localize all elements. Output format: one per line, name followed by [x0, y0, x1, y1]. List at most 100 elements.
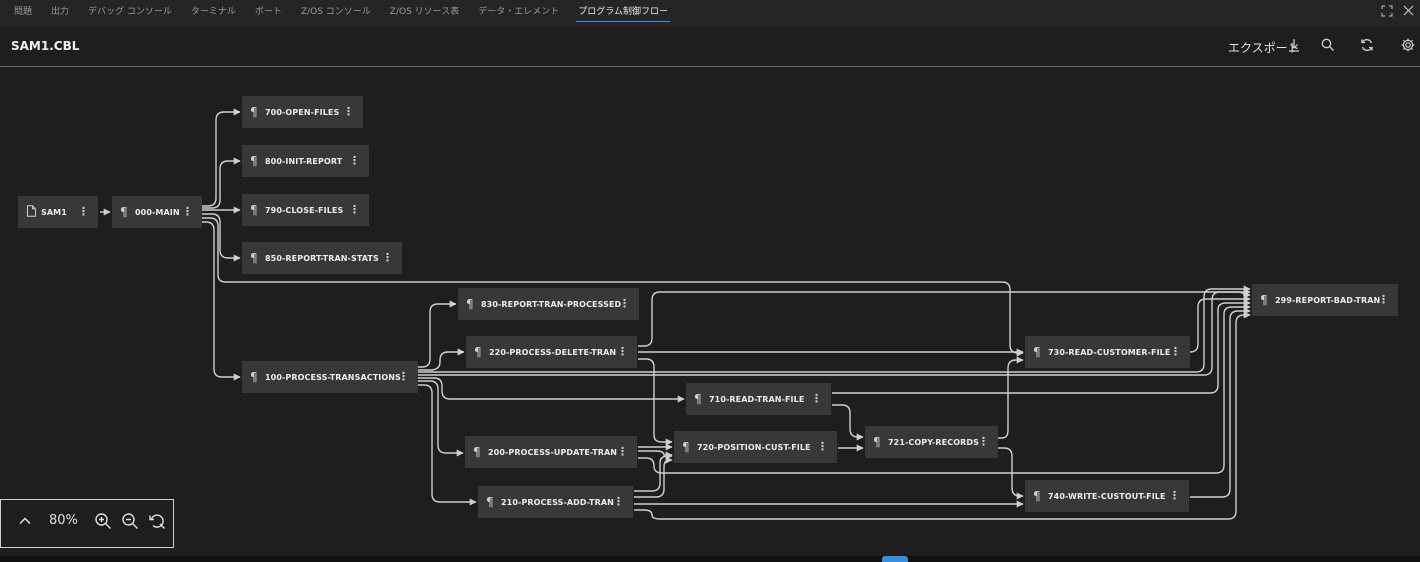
tab-terminal[interactable]: ターミナル — [191, 0, 236, 26]
node-menu-icon[interactable]: ⋮ — [1378, 293, 1389, 307]
node-menu-icon[interactable]: ⋮ — [349, 154, 360, 168]
search-icon[interactable] — [1320, 37, 1336, 53]
gear-icon[interactable] — [1400, 37, 1416, 53]
zoom-out-icon[interactable] — [121, 512, 139, 530]
flow-node-220-process-delete-tran[interactable]: ¶ 220-PROCESS-DELETE-TRAN ⋮ — [466, 336, 637, 368]
flow-node-720-position-cust-file[interactable]: ¶ 720-POSITION-CUST-FILE ⋮ — [674, 431, 837, 463]
flow-node-label: 721-COPY-RECORDS — [888, 437, 979, 447]
page-title: SAM1.CBL — [11, 39, 80, 53]
tab-ports[interactable]: ポート — [255, 0, 282, 26]
panel-tab-bar: 問題 出力 デバッグ コンソール ターミナル ポート Z/OS コンソール Z/… — [0, 0, 1420, 26]
zoom-controls: 80% — [0, 499, 174, 548]
flow-node-label: 730-READ-CUSTOMER-FILE — [1048, 347, 1171, 357]
flow-node-710-read-tran-file[interactable]: ¶ 710-READ-TRAN-FILE ⋮ — [686, 383, 831, 415]
node-menu-icon[interactable]: ⋮ — [343, 105, 354, 119]
flow-node-740-write-custout-file[interactable]: ¶ 740-WRITE-CUSTOUT-FILE ⋮ — [1025, 480, 1189, 512]
node-menu-icon[interactable]: ⋮ — [382, 251, 393, 265]
flow-edges — [100, 108, 1251, 520]
flow-node-label: 720-POSITION-CUST-FILE — [697, 442, 811, 452]
flow-node-100-process-transactions[interactable]: ¶ 100-PROCESS-TRANSACTIONS ⋮ — [242, 361, 418, 393]
flow-node-299-report-bad-tran[interactable]: ¶ 299-REPORT-BAD-TRAN ⋮ — [1252, 284, 1398, 316]
tab-program-control-flow[interactable]: プログラム制御フロー — [576, 0, 670, 26]
flow-node-700-open-files[interactable]: ¶ 700-OPEN-FILES ⋮ — [242, 96, 363, 128]
paragraph-icon: ¶ — [250, 370, 258, 384]
paragraph-icon: ¶ — [473, 445, 481, 459]
paragraph-icon: ¶ — [694, 392, 702, 406]
tab-problems[interactable]: 問題 — [14, 0, 32, 26]
flow-node-sam1[interactable]: SAM1 ⋮ — [18, 196, 98, 228]
flow-node-label: 210-PROCESS-ADD-TRAN — [501, 497, 614, 507]
flow-node-label: 700-OPEN-FILES — [265, 107, 340, 117]
paragraph-icon: ¶ — [1033, 489, 1041, 503]
flow-node-label: 220-PROCESS-DELETE-TRAN — [489, 347, 617, 357]
node-menu-icon[interactable]: ⋮ — [1170, 345, 1181, 359]
node-menu-icon[interactable]: ⋮ — [617, 345, 628, 359]
node-menu-icon[interactable]: ⋮ — [349, 203, 360, 217]
edge-100-710 — [418, 377, 685, 403]
flow-node-830-report-tran-processed[interactable]: ¶ 830-REPORT-TRAN-PROCESSED ⋮ — [458, 288, 639, 320]
tab-output[interactable]: 出力 — [51, 0, 69, 26]
zoom-in-icon[interactable] — [94, 512, 112, 530]
edge-100-200 — [418, 380, 464, 457]
flow-node-200-process-update-tran[interactable]: ¶ 200-PROCESS-UPDATE-TRAN ⋮ — [465, 436, 637, 468]
paragraph-icon: ¶ — [486, 495, 494, 509]
node-menu-icon[interactable]: ⋮ — [619, 297, 630, 311]
edge-main-730 — [202, 217, 1024, 357]
tab-data-elements[interactable]: データ・エレメント — [478, 0, 559, 26]
flow-node-label: 710-READ-TRAN-FILE — [709, 394, 805, 404]
node-menu-icon[interactable]: ⋮ — [817, 440, 828, 454]
node-menu-icon[interactable]: ⋮ — [398, 370, 409, 384]
file-icon — [26, 204, 41, 220]
flow-node-label: 800-INIT-REPORT — [265, 156, 343, 166]
flow-node-label: 740-WRITE-CUSTOUT-FILE — [1048, 491, 1166, 501]
tab-debug-console[interactable]: デバッグ コンソール — [88, 0, 172, 26]
flow-node-label: 100-PROCESS-TRANSACTIONS — [265, 372, 401, 382]
flow-node-label: 790-CLOSE-FILES — [265, 205, 344, 215]
node-menu-icon[interactable]: ⋮ — [811, 392, 822, 406]
node-menu-icon[interactable]: ⋮ — [1169, 489, 1180, 503]
flow-node-000-main[interactable]: ¶ 000-MAIN ⋮ — [112, 196, 202, 228]
paragraph-icon: ¶ — [474, 345, 482, 359]
reset-zoom-icon[interactable] — [148, 512, 166, 530]
node-menu-icon[interactable]: ⋮ — [617, 445, 628, 459]
paragraph-icon: ¶ — [250, 105, 258, 119]
node-menu-icon[interactable]: ⋮ — [613, 495, 624, 509]
flow-node-790-close-files[interactable]: ¶ 790-CLOSE-FILES ⋮ — [242, 194, 369, 226]
node-menu-icon[interactable]: ⋮ — [978, 435, 989, 449]
maximize-panel-icon[interactable] — [1381, 5, 1393, 20]
refresh-icon[interactable] — [1359, 37, 1375, 53]
flow-node-label: 299-REPORT-BAD-TRAN — [1275, 295, 1381, 305]
paragraph-icon: ¶ — [250, 154, 258, 168]
status-bar — [0, 556, 1420, 562]
paragraph-icon: ¶ — [120, 205, 128, 219]
tab-zos-console[interactable]: Z/OS コンソール — [301, 0, 371, 26]
paragraph-icon: ¶ — [1033, 345, 1041, 359]
flow-node-721-copy-records[interactable]: ¶ 721-COPY-RECORDS ⋮ — [865, 426, 998, 458]
status-indicator — [882, 556, 908, 562]
edge-740-299 — [1190, 307, 1251, 498]
paragraph-icon: ¶ — [873, 435, 881, 449]
flow-node-210-process-add-tran[interactable]: ¶ 210-PROCESS-ADD-TRAN ⋮ — [478, 486, 633, 518]
flow-node-label: 850-REPORT-TRAN-STATS — [265, 253, 379, 263]
node-menu-icon[interactable]: ⋮ — [78, 205, 89, 219]
flow-node-label: 000-MAIN — [135, 207, 180, 217]
paragraph-icon: ¶ — [250, 203, 258, 217]
close-panel-icon[interactable] — [1403, 5, 1414, 19]
edge-721-740 — [998, 447, 1024, 500]
paragraph-icon: ¶ — [466, 297, 474, 311]
tab-zos-resources[interactable]: Z/OS リソース表 — [390, 0, 459, 26]
paragraph-icon: ¶ — [1260, 293, 1268, 307]
flow-node-850-report-tran-stats[interactable]: ¶ 850-REPORT-TRAN-STATS ⋮ — [242, 242, 402, 274]
zoom-level: 80% — [49, 513, 78, 528]
node-menu-icon[interactable]: ⋮ — [182, 205, 193, 219]
edge-main-800 — [202, 157, 241, 209]
edge-main-100 — [202, 221, 241, 381]
flow-canvas[interactable]: SAM1 ⋮ ¶ 000-MAIN ⋮ ¶ 700-OPEN-FILES ⋮ ¶… — [0, 67, 1420, 556]
flow-node-label: 830-REPORT-TRAN-PROCESSED — [481, 299, 622, 309]
download-icon[interactable] — [1286, 37, 1302, 53]
flow-header: SAM1.CBL エクスポート — [0, 26, 1420, 67]
flow-node-730-read-customer-file[interactable]: ¶ 730-READ-CUSTOMER-FILE ⋮ — [1025, 336, 1190, 368]
chevron-up-icon[interactable] — [16, 512, 34, 530]
paragraph-icon: ¶ — [682, 440, 690, 454]
flow-node-800-init-report[interactable]: ¶ 800-INIT-REPORT ⋮ — [242, 145, 369, 177]
